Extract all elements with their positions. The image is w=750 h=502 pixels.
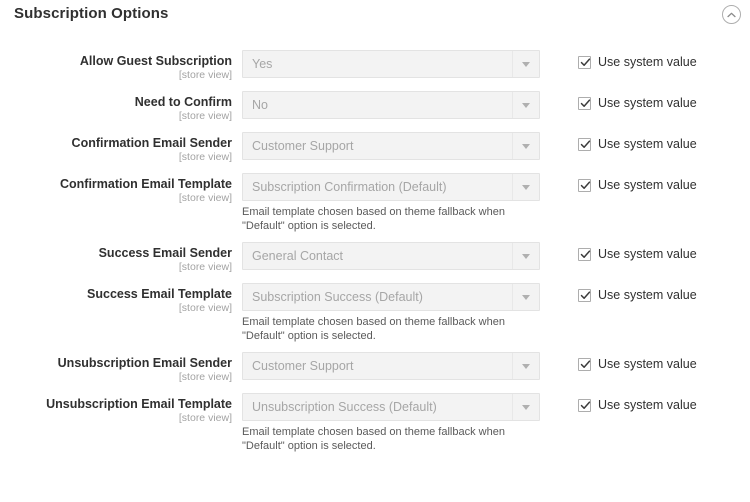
field-label: Need to Confirm [store view]: [0, 91, 242, 123]
use-system-value-label: Use system value: [598, 96, 697, 110]
use-system-value-label: Use system value: [598, 398, 697, 412]
field-label-text: Need to Confirm: [134, 95, 232, 109]
field-control: Subscription Confirmation (Default) Email…: [242, 173, 540, 233]
select-wrapper[interactable]: No: [242, 91, 540, 119]
field-control: Customer Support: [242, 352, 540, 380]
use-system-value-group[interactable]: Use system value: [578, 137, 697, 151]
select-7[interactable]: Unsubscription Success (Default): [242, 393, 540, 421]
use-system-value-group[interactable]: Use system value: [578, 96, 697, 110]
field-scope-text: [store view]: [178, 261, 232, 273]
field-label: Unsubscription Email Sender [store view]: [0, 352, 242, 384]
use-system-value-checkbox[interactable]: [578, 398, 591, 412]
use-system-value-group[interactable]: Use system value: [578, 247, 697, 261]
field-label-text: Allow Guest Subscription: [79, 54, 232, 68]
select-5[interactable]: Subscription Success (Default): [242, 283, 540, 311]
use-system-value-checkbox[interactable]: [578, 178, 591, 192]
field-label: Confirmation Email Template [store view]: [0, 173, 242, 205]
use-system-value-label: Use system value: [598, 137, 697, 151]
select-wrapper[interactable]: Subscription Success (Default): [242, 283, 540, 311]
field-label-text: Success Email Sender: [98, 246, 232, 260]
field-label: Success Email Template [store view]: [0, 283, 242, 315]
select-2[interactable]: Customer Support: [242, 132, 540, 160]
use-system-value-checkbox[interactable]: [578, 55, 591, 69]
field-scope-text: [store view]: [178, 412, 232, 424]
field-label-text: Success Email Template: [87, 287, 232, 301]
field-hint: Email template chosen based on theme fal…: [242, 316, 505, 342]
use-system-value-label: Use system value: [598, 357, 697, 371]
select-wrapper[interactable]: Subscription Confirmation (Default): [242, 173, 540, 201]
form-row: Confirmation Email Sender [store view] Cus…: [0, 132, 750, 164]
form-row: Success Email Sender [store view] General …: [0, 242, 750, 274]
field-control: Customer Support: [242, 132, 540, 160]
select-wrapper[interactable]: Yes: [242, 50, 540, 78]
form-row: Need to Confirm [store view] No Use system …: [0, 91, 750, 123]
field-hint: Email template chosen based on theme fal…: [242, 426, 505, 452]
form-row: Confirmation Email Template [store view] S…: [0, 173, 750, 233]
use-system-value-group[interactable]: Use system value: [578, 357, 697, 371]
field-control: Yes: [242, 50, 540, 78]
field-hint: Email template chosen based on theme fal…: [242, 206, 505, 232]
select-wrapper[interactable]: Customer Support: [242, 352, 540, 380]
field-control: No: [242, 91, 540, 119]
select-0[interactable]: Yes: [242, 50, 540, 78]
field-scope-text: [store view]: [178, 371, 232, 383]
use-system-value-checkbox[interactable]: [578, 357, 591, 371]
field-scope-text: [store view]: [178, 110, 232, 122]
select-3[interactable]: Subscription Confirmation (Default): [242, 173, 540, 201]
select-6[interactable]: Customer Support: [242, 352, 540, 380]
select-wrapper[interactable]: Customer Support: [242, 132, 540, 160]
form-row: Allow Guest Subscription [store view] Yes U…: [0, 50, 750, 82]
use-system-value-checkbox[interactable]: [578, 96, 591, 110]
field-label-text: Unsubscription Email Sender: [57, 356, 232, 370]
page-title: Subscription Options: [14, 5, 169, 22]
field-scope-text: [store view]: [178, 192, 232, 204]
select-1[interactable]: No: [242, 91, 540, 119]
subscription-options-form: Allow Guest Subscription [store view] Yes U…: [0, 30, 750, 453]
section-header: Subscription Options: [0, 0, 750, 30]
use-system-value-checkbox[interactable]: [578, 137, 591, 151]
use-system-value-label: Use system value: [598, 178, 697, 192]
field-label-text: Confirmation Email Sender: [71, 136, 232, 150]
field-label-text: Confirmation Email Template: [59, 177, 232, 191]
field-control: Unsubscription Success (Default) Email te…: [242, 393, 540, 453]
field-control: General Contact: [242, 242, 540, 270]
select-wrapper[interactable]: Unsubscription Success (Default): [242, 393, 540, 421]
field-scope-text: [store view]: [178, 302, 232, 314]
use-system-value-label: Use system value: [598, 288, 697, 302]
form-row: Unsubscription Email Sender [store view] C…: [0, 352, 750, 384]
select-4[interactable]: General Contact: [242, 242, 540, 270]
form-row: Success Email Template [store view] Subscr…: [0, 283, 750, 343]
chevron-up-circle-icon[interactable]: [722, 5, 741, 24]
use-system-value-group[interactable]: Use system value: [578, 288, 697, 302]
use-system-value-label: Use system value: [598, 55, 697, 69]
field-label: Allow Guest Subscription [store view]: [0, 50, 242, 82]
field-label: Confirmation Email Sender [store view]: [0, 132, 242, 164]
use-system-value-checkbox[interactable]: [578, 247, 591, 261]
use-system-value-checkbox[interactable]: [578, 288, 591, 302]
use-system-value-label: Use system value: [598, 247, 697, 261]
field-scope-text: [store view]: [178, 151, 232, 163]
field-control: Subscription Success (Default) Email temp…: [242, 283, 540, 343]
use-system-value-group[interactable]: Use system value: [578, 55, 697, 69]
form-row: Unsubscription Email Template [store view…: [0, 393, 750, 453]
field-label: Success Email Sender [store view]: [0, 242, 242, 274]
field-label-text: Unsubscription Email Template: [46, 397, 232, 411]
use-system-value-group[interactable]: Use system value: [578, 398, 697, 412]
field-label: Unsubscription Email Template [store view…: [0, 393, 242, 425]
select-wrapper[interactable]: General Contact: [242, 242, 540, 270]
use-system-value-group[interactable]: Use system value: [578, 178, 697, 192]
field-scope-text: [store view]: [178, 69, 232, 81]
